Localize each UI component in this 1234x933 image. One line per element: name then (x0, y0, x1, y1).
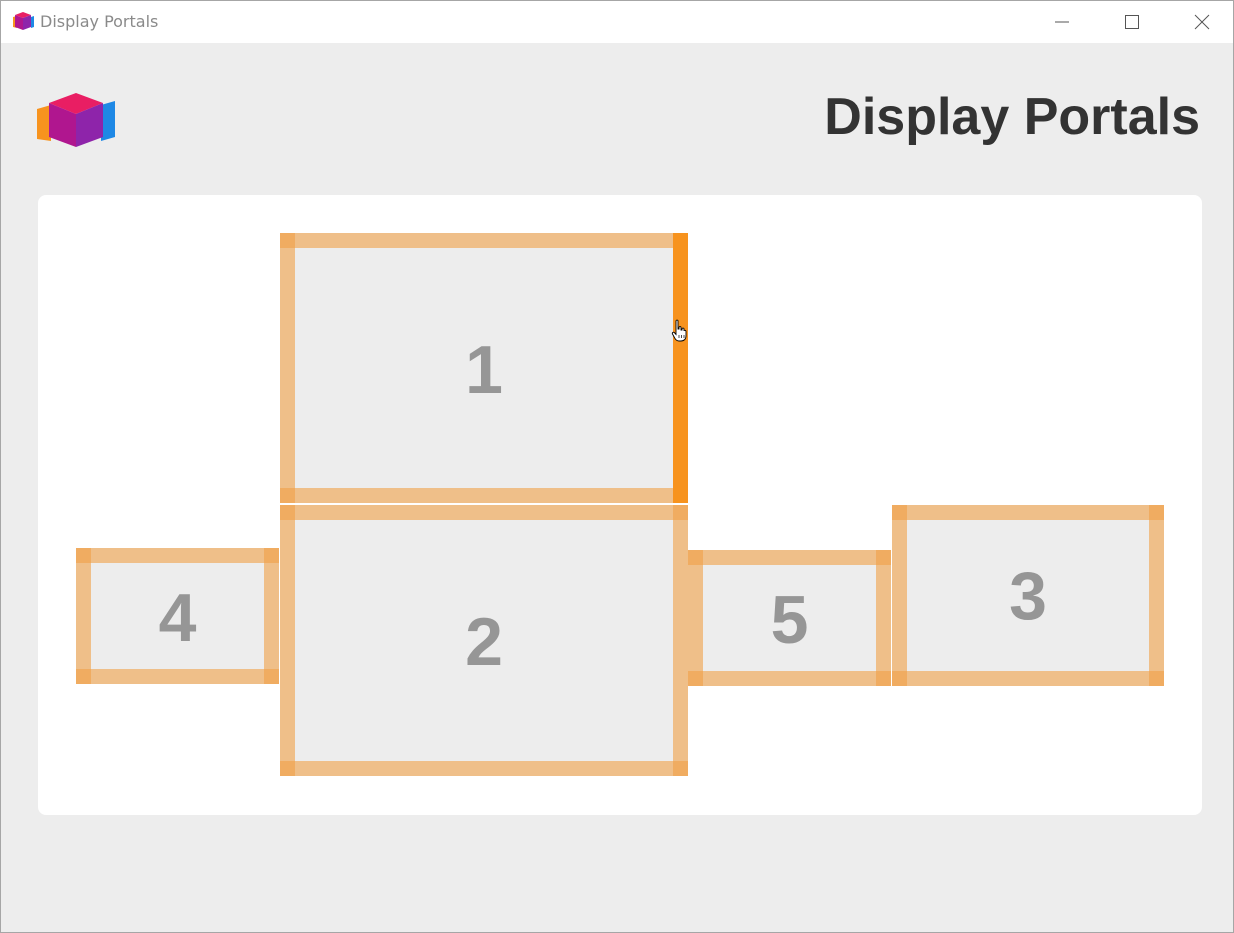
display-4[interactable]: 4 (76, 548, 279, 684)
minimize-icon (1055, 21, 1069, 23)
display-5[interactable]: 5 (688, 550, 891, 686)
display-1-edge-bottom[interactable] (280, 488, 688, 503)
page-title: Display Portals (824, 88, 1200, 146)
display-number: 4 (158, 580, 197, 656)
hand-cursor-icon (671, 319, 687, 342)
display-3[interactable]: 3 (892, 505, 1164, 686)
display-number: 1 (465, 332, 503, 408)
display-4-edge-bottom[interactable] (76, 669, 279, 684)
display-arrangement-canvas: 1 2 3 4 5 (38, 195, 1202, 815)
display-5-edge-top[interactable] (688, 550, 891, 565)
display-3-edge-top[interactable] (892, 505, 1164, 520)
display-1-edge-top[interactable] (280, 233, 688, 248)
display-1[interactable]: 1 (280, 233, 688, 503)
display-number: 5 (770, 582, 809, 658)
display-2[interactable]: 2 (280, 505, 688, 776)
minimize-button[interactable] (1028, 1, 1098, 43)
title-bar: Display Portals (1, 1, 1233, 43)
app-icon (13, 12, 34, 30)
app-window: Display Portals Display Portals 1 2 3 4 … (0, 0, 1234, 933)
display-2-edge-top[interactable] (280, 505, 688, 520)
display-4-edge-top[interactable] (76, 548, 279, 563)
close-icon (1194, 14, 1210, 30)
close-button[interactable] (1168, 1, 1234, 43)
display-3-edge-bottom[interactable] (892, 671, 1164, 686)
display-2-edge-bottom[interactable] (280, 761, 688, 776)
window-title: Display Portals (40, 12, 159, 31)
maximize-button[interactable] (1098, 1, 1168, 43)
cube-logo-icon (37, 93, 115, 147)
display-number: 2 (465, 604, 503, 680)
display-5-edge-bottom[interactable] (688, 671, 891, 686)
display-number: 3 (1009, 558, 1047, 634)
maximize-icon (1125, 15, 1139, 29)
